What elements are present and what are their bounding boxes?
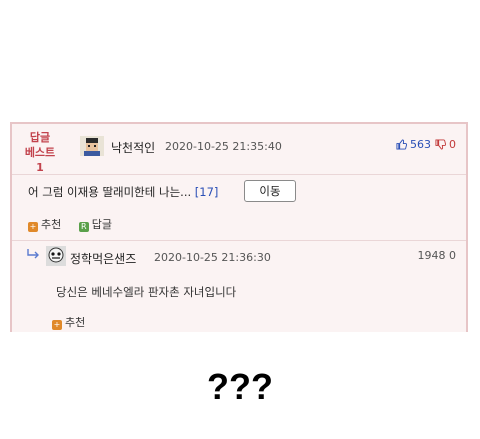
best-reply-badge: 답글 베스트1 bbox=[24, 130, 56, 175]
best-comment-body: 어 그럼 이재용 딸래미한테 나는... [17] bbox=[28, 184, 218, 200]
reply-button[interactable]: R 답글 bbox=[78, 218, 112, 232]
timestamp: 2020-10-25 21:35:40 bbox=[165, 140, 282, 153]
timestamp: 2020-10-25 21:36:30 bbox=[154, 251, 271, 264]
best-comment-header: 답글 베스트1 낙천적인 2020-10-25 21:35:40 563 0 bbox=[12, 124, 466, 175]
avatar-icon[interactable] bbox=[46, 246, 66, 266]
username[interactable]: 정학먹은샌즈 bbox=[70, 250, 136, 267]
caption: ??? bbox=[207, 366, 273, 407]
thumbs-down-icon[interactable] bbox=[434, 139, 446, 150]
recommend-button[interactable]: + 추천 bbox=[28, 218, 65, 232]
downvote-count: 0 bbox=[449, 138, 456, 151]
reply-icon: R bbox=[78, 222, 89, 232]
avatar-icon[interactable] bbox=[80, 136, 104, 156]
comment-text[interactable]: 어 그럼 이재용 딸래미한테 나는... bbox=[28, 185, 191, 199]
recommend-icon: + bbox=[52, 320, 62, 330]
badge-line-1: 답글 bbox=[29, 131, 51, 144]
recommend-button[interactable]: + 추천 bbox=[52, 316, 86, 330]
recommend-label: 추천 bbox=[41, 218, 62, 231]
best-comment-actions: + 추천 R 답글 bbox=[28, 216, 126, 232]
reply-count[interactable]: [17] bbox=[195, 185, 219, 199]
badge-line-2: 베스트1 bbox=[24, 146, 56, 174]
move-button[interactable]: 이동 bbox=[244, 180, 296, 202]
reply-label: 답글 bbox=[91, 218, 112, 231]
reply-comment-text[interactable]: 당신은 베네수엘라 판자촌 자녀입니다 bbox=[56, 284, 236, 300]
vote-counter: 1948 0 bbox=[417, 249, 457, 262]
recommend-icon: + bbox=[28, 222, 38, 232]
reply-arrow-icon bbox=[27, 249, 39, 259]
username[interactable]: 낙천적인 bbox=[111, 139, 155, 156]
recommend-label: 추천 bbox=[65, 316, 86, 329]
upvote-count: 563 bbox=[410, 138, 431, 151]
reply-comment-actions: + 추천 bbox=[52, 314, 99, 330]
vote-counter: 563 0 bbox=[395, 138, 456, 151]
divider bbox=[12, 240, 466, 241]
thumbs-up-icon[interactable] bbox=[395, 139, 407, 150]
comment-panel: 답글 베스트1 낙천적인 2020-10-25 21:35:40 563 0 어… bbox=[10, 122, 468, 332]
